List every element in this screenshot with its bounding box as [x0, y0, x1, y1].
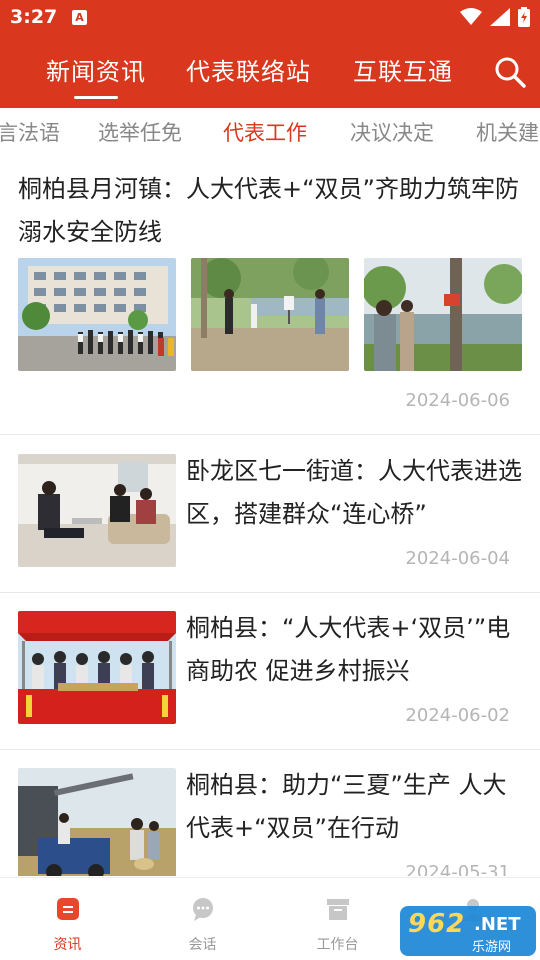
watermark-domain: .NET	[474, 914, 521, 935]
news-title: 卧龙区七一街道：人大代表进选区，搭建群众“连心桥”	[186, 457, 522, 528]
app-header: 3:27 A 新闻资讯 代表联络站 互联互通	[0, 0, 540, 108]
news-date: 2024-06-06	[405, 390, 510, 411]
status-time: 3:27	[10, 6, 58, 28]
watermark-number: 962	[408, 909, 466, 939]
search-icon[interactable]	[492, 54, 528, 90]
news-item[interactable]: 桐柏县：“人大代表+‘双员’”电商助农 促进乡村振兴 2024-06-02	[0, 593, 540, 750]
bottom-tab-news[interactable]: 资讯	[0, 878, 135, 960]
news-title: 桐柏县：助力“三夏”生产 人大代表+“双员”在行动	[186, 771, 507, 842]
bottom-tab-label: 会话	[188, 937, 217, 953]
news-photo	[191, 258, 349, 371]
news-date: 2024-06-04	[405, 548, 510, 569]
news-photo	[18, 611, 176, 724]
workbench-icon	[327, 899, 349, 920]
news-item[interactable]: 卧龙区七一街道：人大代表进选区，搭建群众“连心桥” 2024-06-04	[0, 436, 540, 593]
category-tab-representative-work[interactable]: 代表工作	[223, 117, 307, 147]
news-photo	[364, 258, 522, 371]
notification-icon: A	[72, 10, 87, 25]
bottom-tab-label: 工作台	[316, 937, 359, 953]
wifi-icon	[460, 8, 482, 25]
category-tab-resolutions[interactable]: 决议决定	[350, 117, 434, 147]
news-feed: 桐柏县月河镇：人大代表+“双员”齐助力筑牢防溺水安全防线 2024-06-06 …	[0, 154, 540, 876]
bottom-tab-chat[interactable]: 会话	[135, 878, 270, 960]
news-icon	[57, 898, 79, 920]
top-nav: 新闻资讯 代表联络站 互联互通	[0, 44, 540, 100]
news-item[interactable]: 桐柏县：助力“三夏”生产 人大代表+“双员”在行动 2024-05-31	[0, 750, 540, 876]
news-photo	[18, 768, 176, 876]
tab-news[interactable]: 新闻资讯	[46, 52, 146, 87]
tab-interconnect[interactable]: 互联互通	[353, 52, 453, 87]
status-icons	[460, 7, 530, 27]
news-date: 2024-05-31	[405, 862, 510, 876]
site-watermark: 962 .NET 乐游网	[400, 906, 536, 956]
news-title: 桐柏县：“人大代表+‘双员’”电商助农 促进乡村振兴	[186, 614, 511, 685]
bottom-tab-workbench[interactable]: 工作台	[270, 878, 405, 960]
category-tab-elections[interactable]: 选举任免	[98, 117, 182, 147]
news-title: 桐柏县月河镇：人大代表+“双员”齐助力筑牢防溺水安全防线	[18, 175, 519, 246]
watermark-text: 乐游网	[472, 940, 512, 955]
status-bar: 3:27 A	[0, 0, 540, 36]
news-date: 2024-06-02	[405, 705, 510, 726]
bottom-tab-label: 资讯	[53, 937, 82, 953]
news-photo	[18, 258, 176, 371]
signal-icon	[490, 8, 510, 26]
category-tab-law[interactable]: 言法语	[0, 117, 60, 147]
battery-icon	[518, 7, 530, 27]
tab-liaison-station[interactable]: 代表联络站	[186, 52, 311, 87]
news-photo	[18, 454, 176, 567]
chat-icon	[193, 898, 213, 921]
category-tabs: 言法语 选举任免 代表工作 决议决定 机关建	[0, 108, 540, 154]
news-item[interactable]: 桐柏县月河镇：人大代表+“双员”齐助力筑牢防溺水安全防线 2024-06-06	[0, 154, 540, 435]
active-tab-indicator	[74, 96, 118, 99]
category-tab-organ-building[interactable]: 机关建	[476, 117, 539, 147]
